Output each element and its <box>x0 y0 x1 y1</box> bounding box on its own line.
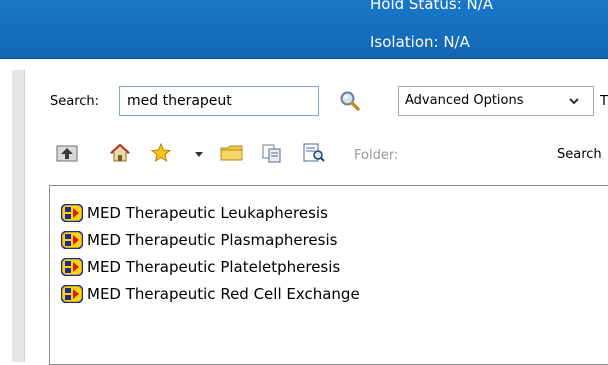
list-item-label: MED Therapeutic Plateletpheresis <box>87 258 341 276</box>
folder-icon[interactable] <box>220 143 244 163</box>
dropdown-arrow-icon[interactable] <box>194 146 204 166</box>
orderable-item-icon <box>60 230 84 250</box>
isolation-text: Isolation: N/A <box>370 33 470 51</box>
folder-label: Folder: <box>354 148 399 163</box>
orderable-item-icon <box>60 257 84 277</box>
patient-banner: Hold Status: N/A Isolation: N/A <box>0 0 608 59</box>
up-folder-icon[interactable] <box>56 143 78 163</box>
search-icon[interactable] <box>339 90 361 112</box>
search-label: Search: <box>50 94 100 109</box>
list-item-label: MED Therapeutic Leukapheresis <box>87 204 328 222</box>
list-item-label: MED Therapeutic Red Cell Exchange <box>87 285 360 303</box>
orderable-item-icon <box>60 284 84 304</box>
search-input[interactable] <box>119 86 319 116</box>
orderable-item-icon <box>60 203 84 223</box>
hold-status-text: Hold Status: N/A <box>370 0 494 13</box>
advanced-options-dropdown[interactable]: Advanced Options <box>398 86 594 116</box>
chevron-down-icon <box>568 95 580 111</box>
copy-icon[interactable] <box>261 143 283 163</box>
advanced-options-label: Advanced Options <box>405 93 524 108</box>
truncated-label: T <box>600 94 608 109</box>
home-icon[interactable] <box>109 143 131 163</box>
list-item-label: MED Therapeutic Plasmapheresis <box>87 231 338 249</box>
search-results-icon[interactable] <box>302 143 326 163</box>
search-within-label: Search <box>557 147 602 162</box>
search-results-list[interactable]: MED Therapeutic Leukapheresis MED Therap… <box>49 185 608 365</box>
favorites-star-icon[interactable] <box>150 142 172 163</box>
left-panel-rail <box>12 70 25 362</box>
